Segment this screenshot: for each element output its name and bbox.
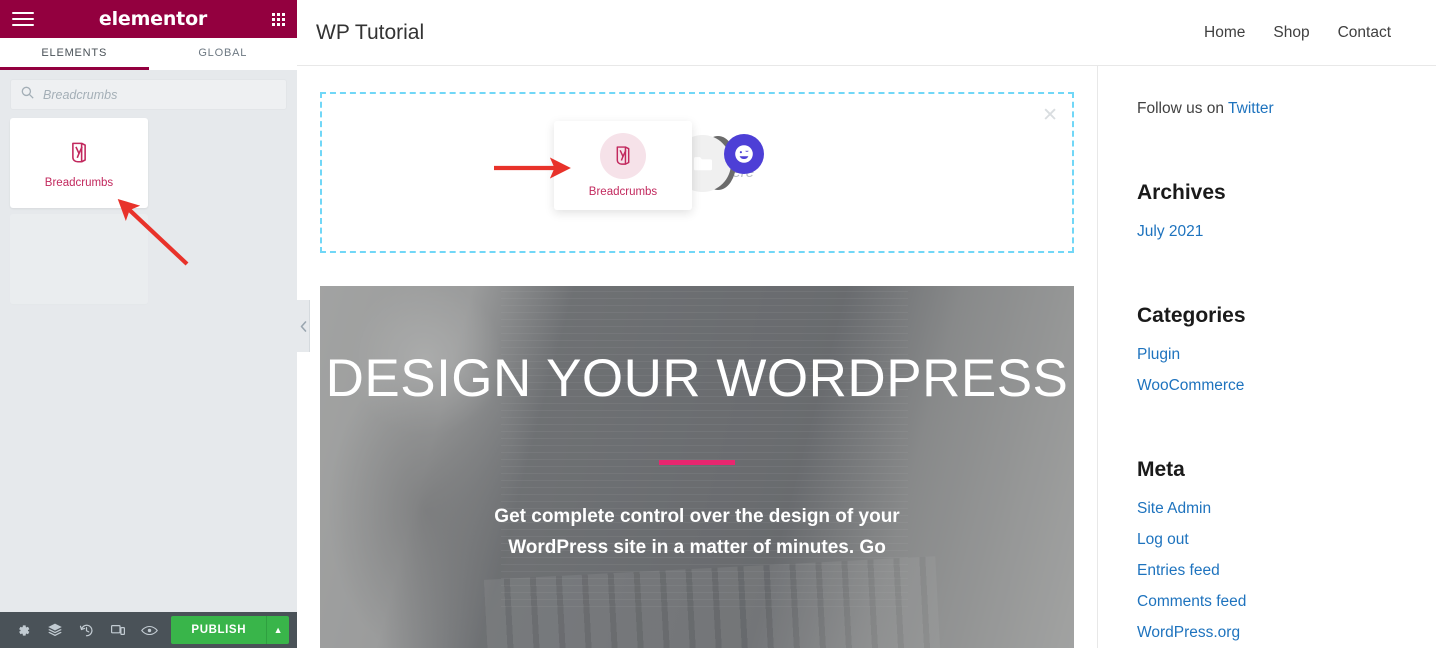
list-item: Entries feed [1137,562,1436,580]
eye-icon[interactable] [134,612,165,648]
follow-us-line: Follow us on Twitter [1137,100,1436,118]
list-item: July 2021 [1137,223,1436,241]
sidebar-heading-archives: Archives [1137,181,1226,204]
category-link-plugin[interactable]: Plugin [1137,346,1180,363]
placeholder-icon [64,240,94,270]
hero-content: DESIGN YOUR WORDPRESS Get complete contr… [320,286,1074,563]
meta-link-wordpress-org[interactable]: WordPress.org [1137,624,1240,641]
hero-subtitle: Get complete control over the design of … [494,506,900,558]
twitter-link[interactable]: Twitter [1228,100,1274,117]
meta-link-entries-feed[interactable]: Entries feed [1137,562,1220,579]
hamburger-icon[interactable] [12,12,34,26]
site-nav: Home Shop Contact [1204,24,1391,42]
sidebar-section-meta: Meta Site Admin Log out Entries feed Com… [1137,458,1436,642]
site-body: Drag widget here ✕ [297,66,1436,648]
nav-link-shop[interactable]: Shop [1273,24,1309,42]
history-icon[interactable] [71,612,102,648]
meta-link-site-admin[interactable]: Site Admin [1137,500,1211,517]
sidebar-heading-meta: Meta [1137,458,1185,481]
widget-card-placeholder[interactable] [10,214,148,304]
widget-grid: Breadcrumbs [0,118,297,304]
yoast-seo-icon [600,133,646,179]
site-header: WP Tutorial Home Shop Contact [297,0,1436,66]
hero-section: DESIGN YOUR WORDPRESS Get complete contr… [320,286,1074,648]
meta-link-comments-feed[interactable]: Comments feed [1137,593,1246,610]
list-item: WooCommerce [1137,377,1436,395]
preview-canvas: WP Tutorial Home Shop Contact Drag widge… [297,0,1436,648]
sidebar-heading-categories: Categories [1137,304,1246,327]
panel-collapse-handle[interactable] [297,300,310,352]
widget-drop-zone[interactable]: Drag widget here ✕ [320,92,1074,253]
panel-header: elementor [0,0,297,38]
publish-button[interactable]: PUBLISH [171,616,267,644]
category-link-woocommerce[interactable]: WooCommerce [1137,377,1244,394]
yoast-seo-icon [64,138,94,168]
site-title: WP Tutorial [316,20,425,44]
site-sidebar: Follow us on Twitter Archives July 2021 … [1097,66,1436,648]
content-column: Drag widget here ✕ [297,66,1097,648]
hero-divider [659,460,735,465]
gear-icon[interactable] [8,612,39,648]
hero-title: DESIGN YOUR WORDPRESS [325,349,1069,408]
tab-elements[interactable]: ELEMENTS [0,38,149,70]
widget-card-breadcrumbs[interactable]: Breadcrumbs [10,118,148,208]
grid-apps-icon[interactable] [271,12,285,26]
dragged-widget-card[interactable]: Breadcrumbs [554,121,692,210]
publish-options-caret[interactable]: ▲ [266,616,289,644]
close-icon[interactable]: ✕ [1042,106,1058,125]
panel-empty-space [0,304,297,612]
panel-footer-toolbar: PUBLISH ▲ [0,612,297,648]
list-item: Log out [1137,531,1436,549]
tab-global[interactable]: GLOBAL [148,38,297,70]
archive-link-july-2021[interactable]: July 2021 [1137,223,1203,240]
nav-link-home[interactable]: Home [1204,24,1245,42]
search-icon [21,86,34,104]
panel-tabs: ELEMENTS GLOBAL [0,38,297,70]
list-item: Plugin [1137,346,1436,364]
list-item: Site Admin [1137,500,1436,518]
layers-icon[interactable] [39,612,70,648]
elementor-editor-screen: elementor ELEMENTS GLOBAL Breadcrumbs Br… [0,0,1436,648]
smiley-wink-icon[interactable] [724,134,764,174]
dragged-widget-label: Breadcrumbs [588,186,658,198]
devices-icon[interactable] [102,612,133,648]
elementor-panel: elementor ELEMENTS GLOBAL Breadcrumbs Br… [0,0,297,648]
search-widget-box[interactable] [10,79,287,110]
meta-link-log-out[interactable]: Log out [1137,531,1189,548]
list-item: Comments feed [1137,593,1436,611]
follow-us-text: Follow us on [1137,100,1229,117]
sidebar-section-archives: Archives July 2021 [1137,181,1436,241]
search-input[interactable] [43,87,276,102]
nav-link-contact[interactable]: Contact [1338,24,1391,42]
widget-card-label: Breadcrumbs [44,176,114,189]
panel-search-container [0,70,297,118]
elementor-logo: elementor [98,8,208,30]
list-item: WordPress.org [1137,624,1436,642]
sidebar-section-categories: Categories Plugin WooCommerce [1137,304,1436,395]
